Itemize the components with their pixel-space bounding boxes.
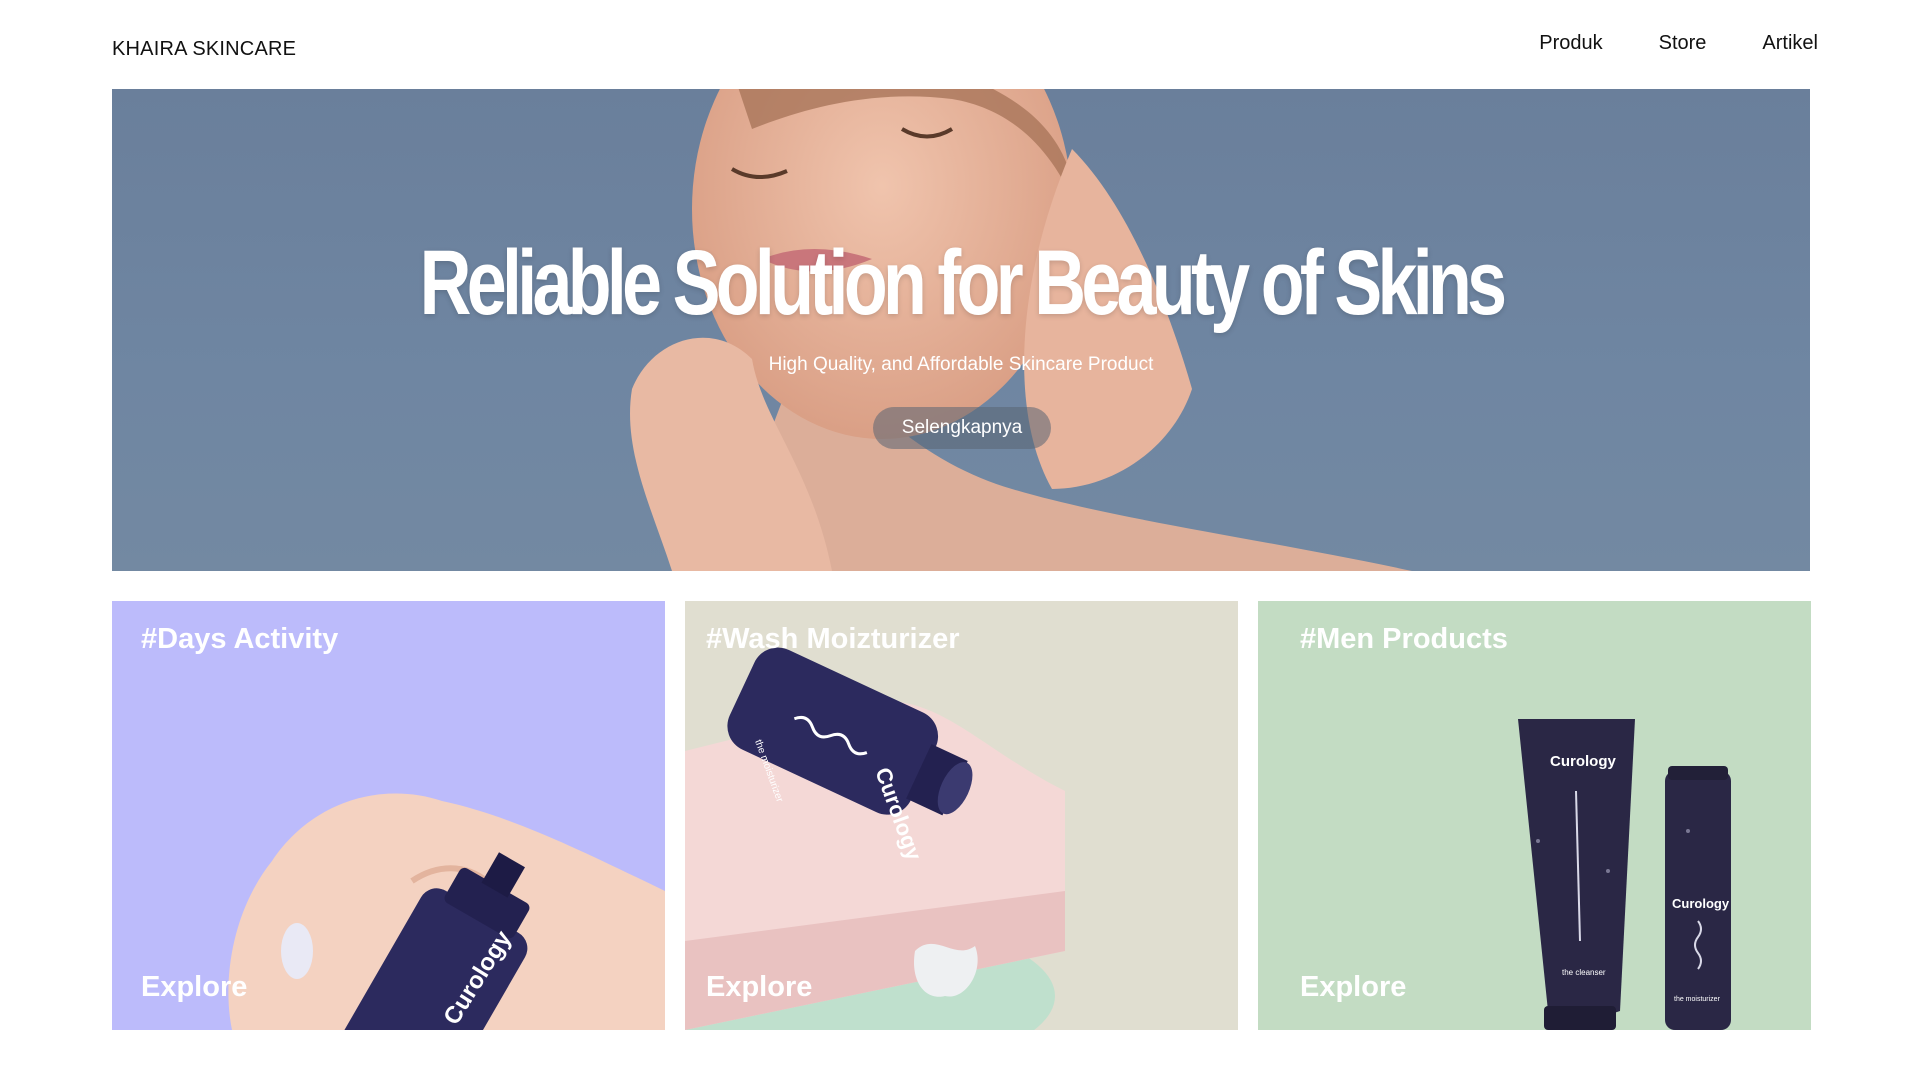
nav-link-store[interactable]: Store [1659,32,1707,55]
explore-link[interactable]: Explore [1300,971,1406,1004]
card-3-pump-label: Curology [1672,896,1730,911]
card-men-products[interactable]: Curology the cleanser Curology the moist… [1258,601,1811,1030]
nav-link-artikel[interactable]: Artikel [1762,32,1818,55]
navbar: KHAIRA SKINCARE Produk Store Artikel [0,0,1920,89]
explore-link[interactable]: Explore [706,971,812,1004]
explore-link[interactable]: Explore [141,971,247,1004]
hero-title: Reliable Solution for Beauty of Skins [419,232,1508,334]
card-2-photo: Curology the moisturizer [685,647,1065,1030]
nav-links: Produk Store Artikel [1539,32,1818,55]
hero-subtitle: High Quality, and Affordable Skincare Pr… [768,354,1154,375]
selengkapnya-button[interactable]: Selengkapnya [873,407,1051,449]
card-3-photo: Curology the cleanser Curology the moist… [1518,719,1731,1030]
card-title: #Wash Moizturizer [706,623,960,655]
hero-banner: Reliable Solution for Beauty of Skins Hi… [112,89,1810,571]
card-wash-moizturizer[interactable]: Curology the moisturizer #Wash Moizturiz… [685,601,1238,1030]
brand-logo[interactable]: KHAIRA SKINCARE [112,38,296,61]
card-title: #Days Activity [141,623,339,655]
card-1-photo: Curology [228,793,665,1030]
card-3-tube-caption: the cleanser [1562,968,1606,977]
card-days-activity[interactable]: Curology #Days Activity Explore [112,601,665,1030]
nav-link-produk[interactable]: Produk [1539,32,1602,55]
card-3-pump-caption: the moisturizer [1674,996,1721,1003]
card-title: #Men Products [1300,623,1508,655]
card-3-tube-label: Curology [1550,753,1616,770]
